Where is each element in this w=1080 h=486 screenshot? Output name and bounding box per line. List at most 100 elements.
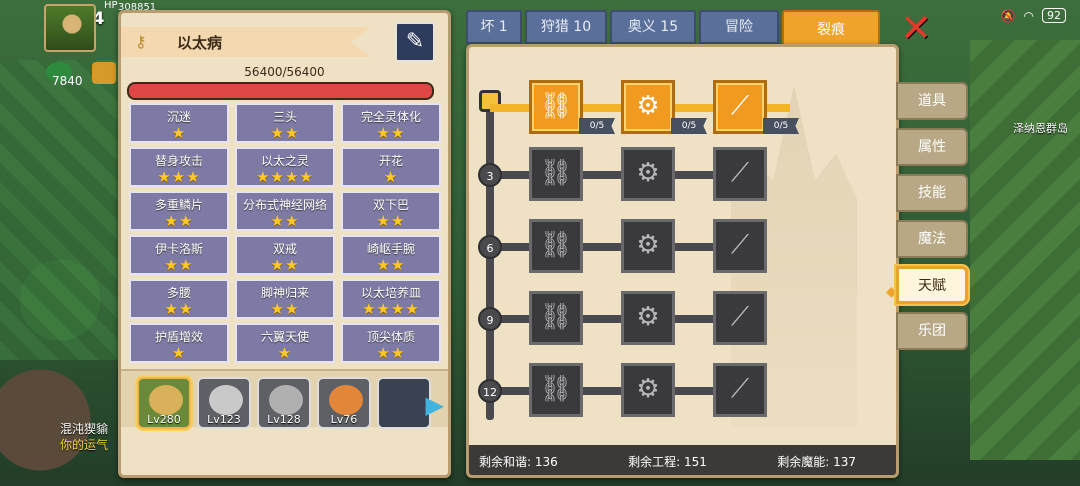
skill-name: 六翼天使 xyxy=(260,330,309,344)
tab-2[interactable]: 奥义 15 xyxy=(610,10,696,44)
syringe-icon: ✎ xyxy=(405,29,425,54)
talent-node[interactable]: ⟋ xyxy=(713,147,767,201)
panel-title: 以太病 xyxy=(177,34,223,52)
gem-icon[interactable] xyxy=(92,62,116,84)
hero-slot[interactable]: Lv76 xyxy=(317,377,371,429)
star-rating: ★★★★ xyxy=(256,168,314,186)
tab-0[interactable]: 坏 1 xyxy=(466,10,522,44)
map-label: 泽纳恩群岛 xyxy=(1013,122,1068,135)
hero-level: Lv128 xyxy=(267,413,301,426)
skill-tile[interactable]: 开花 ★ xyxy=(341,147,441,187)
side-menu-item[interactable]: 魔法 xyxy=(896,220,968,258)
harmony-remaining: 剩余和谐: 136 xyxy=(479,455,558,469)
talent-node[interactable]: ⚙ xyxy=(621,80,675,134)
skill-tile[interactable]: 沉迷 ★ xyxy=(129,103,229,143)
hp-text: 56400/56400 xyxy=(244,65,325,79)
star-rating: ★★ xyxy=(270,300,300,318)
chat-line: 你的运气 xyxy=(60,438,109,452)
magic-remaining: 剩余魔能: 137 xyxy=(777,455,856,469)
skill-tile[interactable]: 护盾增效 ★ xyxy=(129,323,229,363)
talent-node[interactable]: ⚙ xyxy=(621,219,675,273)
hero-portrait xyxy=(329,385,363,415)
star-rating: ★★ xyxy=(270,256,300,274)
skill-tile[interactable]: 以太培养皿 ★★★★ xyxy=(341,279,441,319)
skill-name: 以太培养皿 xyxy=(360,286,421,300)
skill-tile[interactable]: 多重鳞片 ★★ xyxy=(129,191,229,231)
side-menu-item[interactable]: 技能 xyxy=(896,174,968,212)
talent-node[interactable]: ⛓ xyxy=(529,219,583,273)
resource-footer: 剩余和谐: 136 剩余工程: 151 剩余魔能: 137 xyxy=(469,445,896,475)
tab-1[interactable]: 狩猎 10 xyxy=(525,10,607,44)
skill-tile[interactable]: 分布式神经网络 ★★ xyxy=(235,191,335,231)
skill-tile[interactable]: 六翼天使 ★ xyxy=(235,323,335,363)
skill-name: 双下巴 xyxy=(372,198,409,212)
hero-slot[interactable]: Lv128 xyxy=(257,377,311,429)
skill-tile[interactable]: 双戒 ★★ xyxy=(235,235,335,275)
chain-icon: ⛓ xyxy=(539,302,573,332)
hero-slot[interactable] xyxy=(377,377,431,429)
node-count: 0/5 xyxy=(579,118,615,134)
talent-node[interactable]: ⚙ xyxy=(621,291,675,345)
star-rating: ★ xyxy=(277,344,293,362)
skill-tile[interactable]: 以太之灵 ★★★★ xyxy=(235,147,335,187)
skill-tile[interactable]: 崎岖手腕 ★★ xyxy=(341,235,441,275)
talent-node[interactable]: ⚙ xyxy=(621,363,675,417)
status-icons: 🔕 ◠ 92 xyxy=(1001,8,1066,23)
player-avatar[interactable] xyxy=(44,4,96,52)
title-ribbon: ⚷ 以太病 xyxy=(121,27,371,57)
chain-icon: ⛓ xyxy=(539,230,573,260)
gear-icon: ⚙ xyxy=(636,230,660,260)
next-arrow-icon[interactable]: ▶ xyxy=(426,391,444,419)
skill-tile[interactable]: 三头 ★★ xyxy=(235,103,335,143)
chain-icon: ⛓ xyxy=(539,374,573,404)
talent-node[interactable]: ⛓ xyxy=(529,80,583,134)
skill-tile[interactable]: 伊卡洛斯 ★★ xyxy=(129,235,229,275)
wifi-icon: ◠ xyxy=(1023,8,1034,23)
talent-node[interactable]: ⛓ xyxy=(529,147,583,201)
close-icon[interactable]: ✕ xyxy=(899,9,933,47)
star-rating: ★ xyxy=(171,344,187,362)
skill-name: 崎岖手腕 xyxy=(366,242,415,256)
hero-portrait xyxy=(209,385,243,415)
gear-icon: ⚙ xyxy=(636,374,660,404)
star-rating: ★★ xyxy=(164,300,194,318)
hud-stat: 7840 xyxy=(52,74,83,88)
claw-icon: ⟋ xyxy=(730,158,750,188)
hero-slot[interactable]: Lv280 xyxy=(137,377,191,429)
talent-node[interactable]: ⟋ xyxy=(713,219,767,273)
side-menu-item[interactable]: 乐团 xyxy=(896,312,968,350)
star-rating: ★★ xyxy=(376,212,406,230)
side-menu-item[interactable]: 属性 xyxy=(896,128,968,166)
side-menu: 道具属性技能魔法天赋乐团 xyxy=(896,82,968,358)
skill-tile[interactable]: 多腰 ★★ xyxy=(129,279,229,319)
hero-level: Lv280 xyxy=(147,413,181,426)
skill-tile[interactable]: 顶尖体质 ★★ xyxy=(341,323,441,363)
talent-node[interactable]: ⟋ xyxy=(713,80,767,134)
node-count: 0/5 xyxy=(671,118,707,134)
tree-branch xyxy=(490,315,730,323)
talent-node[interactable]: ⚙ xyxy=(621,147,675,201)
skill-tile[interactable]: 替身攻击 ★★★ xyxy=(129,147,229,187)
star-rating: ★★ xyxy=(270,124,300,142)
node-count: 0/5 xyxy=(763,118,799,134)
talent-node[interactable]: ⟋ xyxy=(713,363,767,417)
talent-node[interactable]: ⟋ xyxy=(713,291,767,345)
world-map-area xyxy=(970,40,1080,460)
side-menu-item[interactable]: 道具 xyxy=(896,82,968,120)
skill-tile[interactable]: 完全灵体化 ★★ xyxy=(341,103,441,143)
edit-button[interactable]: ✎ xyxy=(394,21,436,63)
skill-name: 以太之灵 xyxy=(260,154,309,168)
gear-icon: ⚙ xyxy=(636,302,660,332)
hero-slot[interactable]: Lv123 xyxy=(197,377,251,429)
side-menu-item[interactable]: 天赋 xyxy=(896,266,968,304)
star-rating: ★ xyxy=(383,168,399,186)
skill-tile[interactable]: 脚神归来 ★★ xyxy=(235,279,335,319)
skill-name: 沉迷 xyxy=(166,110,191,124)
skill-name: 分布式神经网络 xyxy=(242,198,327,212)
tab-3[interactable]: 冒险 xyxy=(699,10,779,44)
skill-tile[interactable]: 双下巴 ★★ xyxy=(341,191,441,231)
claw-icon: ⟋ xyxy=(730,91,750,121)
talent-node[interactable]: ⛓ xyxy=(529,291,583,345)
hp-bar xyxy=(127,82,434,100)
talent-node[interactable]: ⛓ xyxy=(529,363,583,417)
